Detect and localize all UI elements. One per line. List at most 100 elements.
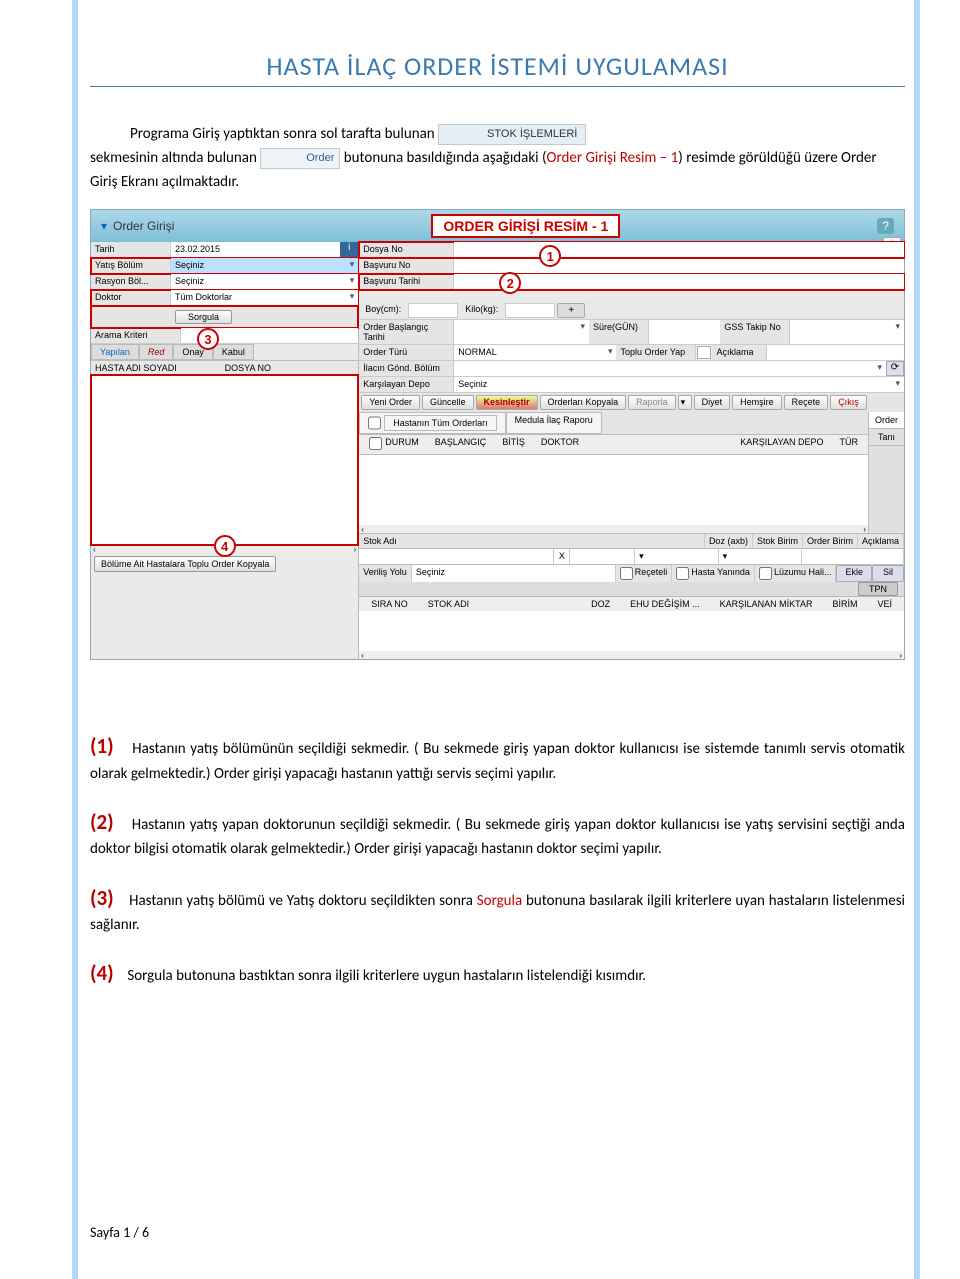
aciklama-field[interactable] bbox=[767, 345, 904, 360]
boy-field[interactable] bbox=[408, 303, 458, 318]
basvuru-tarihi-label: Başvuru Tarihi bbox=[359, 274, 454, 289]
tab-yapilan[interactable]: Yapılan bbox=[91, 344, 139, 360]
diyet-button[interactable]: Diyet bbox=[694, 395, 731, 410]
aciklama-col-field[interactable] bbox=[802, 549, 904, 564]
stok-adi-field[interactable] bbox=[359, 549, 554, 564]
order-grid[interactable] bbox=[359, 455, 868, 525]
note-2-text: Hastanın yatış yapan doktorunun seçildiğ… bbox=[90, 816, 905, 859]
detail-grid[interactable] bbox=[359, 611, 904, 651]
order-label: Order bbox=[260, 148, 340, 170]
order-tabs: Hastanın Tüm Orderları Medula İlaç Rapor… bbox=[359, 412, 868, 434]
aciklama-col-label: Açıklama bbox=[858, 534, 904, 548]
recete-button[interactable]: Reçete bbox=[784, 395, 829, 410]
page-left-rule bbox=[72, 0, 78, 1279]
col-hasta-adi: HASTA ADI SOYADI bbox=[95, 363, 225, 373]
side-tab-order[interactable]: Order bbox=[869, 412, 904, 429]
dosya-no-field[interactable] bbox=[454, 242, 904, 257]
col-doktor: DOKTOR bbox=[533, 437, 732, 452]
screenshot-order-girisi: ▾ Order Girişi ORDER GİRİŞİ RESİM - 1 ? … bbox=[90, 209, 905, 660]
raporla-button[interactable]: Raporla bbox=[628, 395, 676, 410]
yeni-order-button[interactable]: Yeni Order bbox=[361, 395, 420, 410]
right-detail-panel: Dosya No 1 Başvuru No Başvuru Tarihi 2 B… bbox=[359, 242, 904, 659]
ilacin-gond-select[interactable] bbox=[454, 361, 886, 376]
order-birim-label: Order Birim bbox=[803, 534, 858, 548]
order-baslangic-label: Order Başlangıç Tarihi bbox=[359, 320, 454, 344]
karsilayan-depo-label: Karşılayan Depo bbox=[359, 377, 454, 392]
tab-red[interactable]: Red bbox=[139, 344, 174, 360]
toplu-order-checkbox[interactable] bbox=[697, 346, 711, 359]
arama-kriteri-label: Arama Kriteri bbox=[91, 328, 181, 343]
col-vei: VEİ bbox=[867, 599, 902, 609]
birim-select1[interactable]: ▾ bbox=[635, 549, 718, 564]
side-tab-tani[interactable]: Tanı bbox=[869, 429, 904, 446]
ilacin-gond-label: İlacın Gönd. Bölüm bbox=[359, 361, 454, 376]
note-1-text: Hastanın yatış bölümünün seçildiği sekme… bbox=[90, 740, 905, 783]
cikis-button[interactable]: Çıkış bbox=[830, 395, 867, 410]
col-ehu: EHU DEĞİŞİM ... bbox=[620, 599, 710, 609]
gss-field[interactable] bbox=[790, 320, 904, 344]
order-baslangic-field[interactable] bbox=[454, 320, 589, 344]
sure-field[interactable] bbox=[649, 320, 720, 344]
tab-tum-orderlar[interactable]: Hastanın Tüm Orderları bbox=[384, 415, 496, 431]
action-button-bar: Yeni Order Güncelle Kesinleştir Orderlar… bbox=[359, 393, 904, 412]
order-turu-select[interactable]: NORMAL bbox=[454, 345, 616, 360]
toplu-order-kopyala-button[interactable]: Bölüme Ait Hastalara Toplu Order Kopyala bbox=[94, 556, 276, 572]
sorgula-highlight: Sorgula bbox=[477, 892, 522, 910]
hasta-yaninda-checkbox[interactable] bbox=[676, 567, 689, 580]
sorgula-button[interactable]: Sorgula bbox=[175, 310, 232, 324]
tum-order-checkbox[interactable] bbox=[368, 415, 381, 431]
patient-list[interactable]: 4 bbox=[91, 375, 358, 545]
receteli-checkbox[interactable] bbox=[620, 567, 633, 580]
birim-select2[interactable]: ▾ bbox=[719, 549, 802, 564]
tpn-button[interactable]: TPN bbox=[858, 582, 898, 596]
window-title: Order Girişi bbox=[113, 219, 174, 233]
col-sira: SIRA NO bbox=[361, 599, 418, 609]
yatis-bolum-select[interactable]: Seçiniz bbox=[171, 258, 358, 273]
basvuru-no-field[interactable] bbox=[454, 258, 904, 273]
note-3-text-a: Hastanın yatış bölümü ve Yatış doktoru s… bbox=[129, 892, 477, 910]
annotation-circle-4: 4 bbox=[214, 535, 236, 557]
intro-paragraph: Programa Giriş yaptıktan sonra sol taraf… bbox=[90, 122, 905, 194]
yatis-bolum-label: Yatış Bölüm bbox=[91, 258, 171, 273]
note-number-2: (2) bbox=[90, 809, 114, 835]
col-kmiktar: KARŞILANAN MİKTAR bbox=[710, 599, 823, 609]
tab-kabul[interactable]: Kabul bbox=[213, 344, 254, 360]
kopyala-button[interactable]: Orderları Kopyala bbox=[540, 395, 627, 410]
col-stok: STOK ADI bbox=[418, 599, 581, 609]
stok-birim-label: Stok Birim bbox=[753, 534, 803, 548]
stok-adi-label: Stok Adı bbox=[359, 534, 705, 548]
dropdown-icon[interactable]: ▾ bbox=[678, 395, 692, 410]
kilo-field[interactable] bbox=[505, 303, 555, 318]
doktor-label: Doktor bbox=[91, 290, 171, 305]
luzumu-checkbox[interactable] bbox=[759, 567, 772, 580]
plus-button[interactable]: + bbox=[557, 303, 585, 318]
hemsire-button[interactable]: Hemşire bbox=[732, 395, 782, 410]
verilis-select[interactable]: Seçiniz bbox=[412, 565, 616, 582]
tab-medula[interactable]: Medula İlaç Raporu bbox=[506, 412, 602, 434]
refresh-icon[interactable]: ⟳ bbox=[886, 361, 904, 376]
doz-field[interactable] bbox=[570, 549, 635, 564]
basvuru-tarihi-field[interactable] bbox=[454, 274, 904, 289]
kilo-label: Kilo(kg): bbox=[459, 302, 504, 319]
ekle-button[interactable]: Ekle bbox=[836, 565, 872, 582]
gss-label: GSS Takip No bbox=[720, 320, 790, 344]
guncelle-button[interactable]: Güncelle bbox=[422, 395, 474, 410]
info-icon[interactable]: i bbox=[340, 242, 358, 257]
x-label: X bbox=[554, 549, 570, 564]
karsilayan-depo-select[interactable]: Seçiniz bbox=[454, 377, 904, 392]
screenshot-banner: ORDER GİRİŞİ RESİM - 1 bbox=[431, 214, 620, 238]
resim-reference: Order Girişi Resim – 1 bbox=[547, 149, 679, 167]
order-turu-label: Order Türü bbox=[359, 345, 454, 360]
col-doz2: DOZ bbox=[581, 599, 620, 609]
detail-grid-header: SIRA NO STOK ADI DOZ EHU DEĞİŞİM ... KAR… bbox=[359, 596, 904, 611]
sure-label: Süre(GÜN) bbox=[589, 320, 649, 344]
tarih-field[interactable]: 23.02.2015 bbox=[171, 242, 340, 257]
patient-list-header: HASTA ADI SOYADI DOSYA NO bbox=[91, 360, 358, 375]
h-scrollbar[interactable]: ‹› bbox=[359, 525, 868, 533]
kesinlestir-button[interactable]: Kesinleştir bbox=[476, 395, 538, 410]
sil-button[interactable]: Sil bbox=[872, 565, 904, 582]
doktor-select[interactable]: Tüm Doktorlar bbox=[171, 290, 358, 305]
rasyon-select[interactable]: Seçiniz bbox=[171, 274, 358, 289]
h-scrollbar-2[interactable]: ‹› bbox=[359, 651, 904, 659]
help-icon[interactable]: ? bbox=[877, 218, 894, 234]
